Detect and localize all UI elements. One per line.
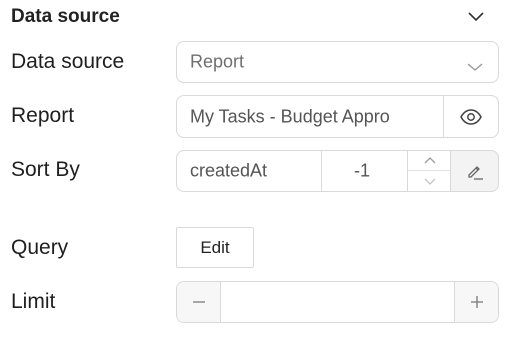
- data-source-panel: Data source Data source Report Report My…: [0, 0, 508, 345]
- eye-icon: [460, 109, 482, 125]
- increment-button[interactable]: [454, 282, 498, 322]
- minus-icon: [193, 301, 205, 303]
- sort-order-value: -1: [354, 160, 371, 181]
- edit-sort-button[interactable]: [450, 150, 499, 192]
- sort-field-value: createdAt: [190, 160, 268, 181]
- data-source-select[interactable]: Report: [176, 41, 499, 83]
- query-label: Query: [11, 236, 69, 259]
- stepper-up-button[interactable]: [408, 150, 452, 171]
- sort-field-input[interactable]: createdAt: [176, 150, 322, 192]
- sort-by-label: Sort By: [11, 158, 80, 181]
- decrement-button[interactable]: [177, 282, 221, 322]
- report-input[interactable]: My Tasks - Budget Appro: [176, 95, 444, 138]
- section-header[interactable]: Data source: [0, 0, 508, 34]
- sort-order-stepper: [407, 150, 452, 192]
- view-report-button[interactable]: [443, 95, 499, 138]
- data-source-selected-value: Report: [190, 51, 245, 72]
- report-value: My Tasks - Budget Appro: [190, 106, 390, 126]
- limit-label: Limit: [11, 290, 56, 313]
- stepper-down-button[interactable]: [408, 171, 452, 192]
- sort-order-input[interactable]: -1: [321, 150, 452, 192]
- report-label: Report: [11, 104, 75, 127]
- limit-input[interactable]: [221, 282, 454, 322]
- chevron-down-icon[interactable]: [467, 9, 485, 23]
- edit-pencil-icon: [468, 166, 483, 180]
- limit-stepper: [176, 281, 499, 323]
- plus-icon: [471, 296, 483, 308]
- edit-query-button[interactable]: Edit: [176, 227, 254, 268]
- data-source-label: Data source: [11, 50, 125, 73]
- chevron-up-icon: [424, 157, 436, 164]
- chevron-down-icon: [424, 178, 436, 185]
- chevron-down-icon: [466, 57, 484, 71]
- section-title: Data source: [11, 6, 120, 27]
